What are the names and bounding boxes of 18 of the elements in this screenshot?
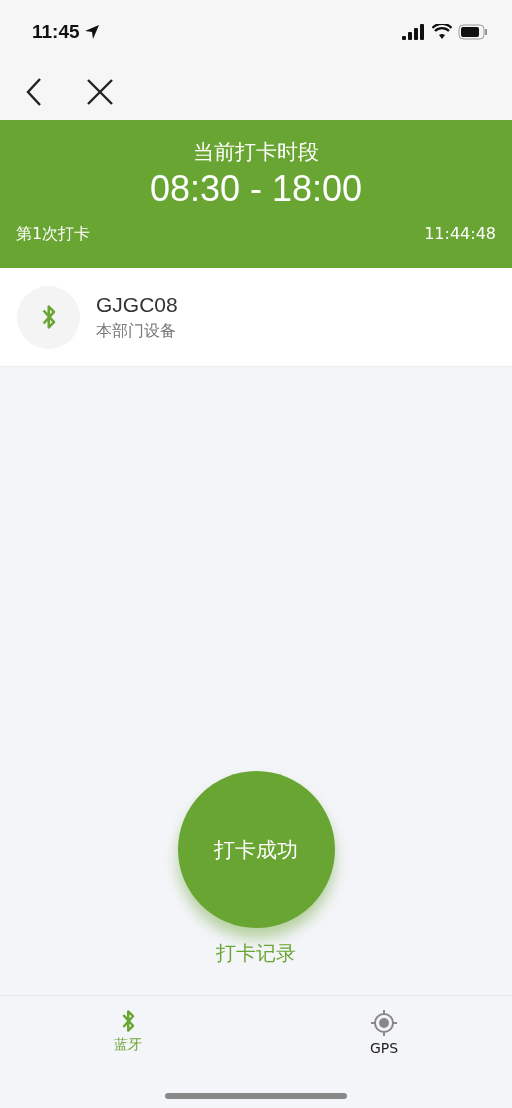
battery-icon [458, 24, 488, 40]
bluetooth-icon [40, 304, 57, 330]
period-time: 08:30 - 18:00 [149, 168, 363, 210]
bluetooth-icon [120, 1009, 136, 1033]
current-time: 11:44:48 [424, 224, 496, 245]
wifi-icon [432, 24, 452, 40]
device-description: 本部门设备 [96, 320, 177, 342]
signal-icon [402, 24, 426, 40]
location-arrow-icon [83, 24, 100, 40]
period-title: 当前打卡时段 [193, 139, 319, 166]
records-link[interactable]: 打卡记录 [216, 940, 296, 967]
tab[interactable]: GPS [344, 1008, 424, 1057]
punch-count: 第1次打卡 [16, 224, 91, 245]
punch-button[interactable]: 打卡成功 [177, 771, 335, 928]
device-name: GJGC08 [96, 292, 178, 317]
target-icon [370, 1009, 398, 1037]
tab[interactable]: 蓝牙 [88, 1008, 168, 1057]
status-time: 11:45 [32, 21, 80, 43]
